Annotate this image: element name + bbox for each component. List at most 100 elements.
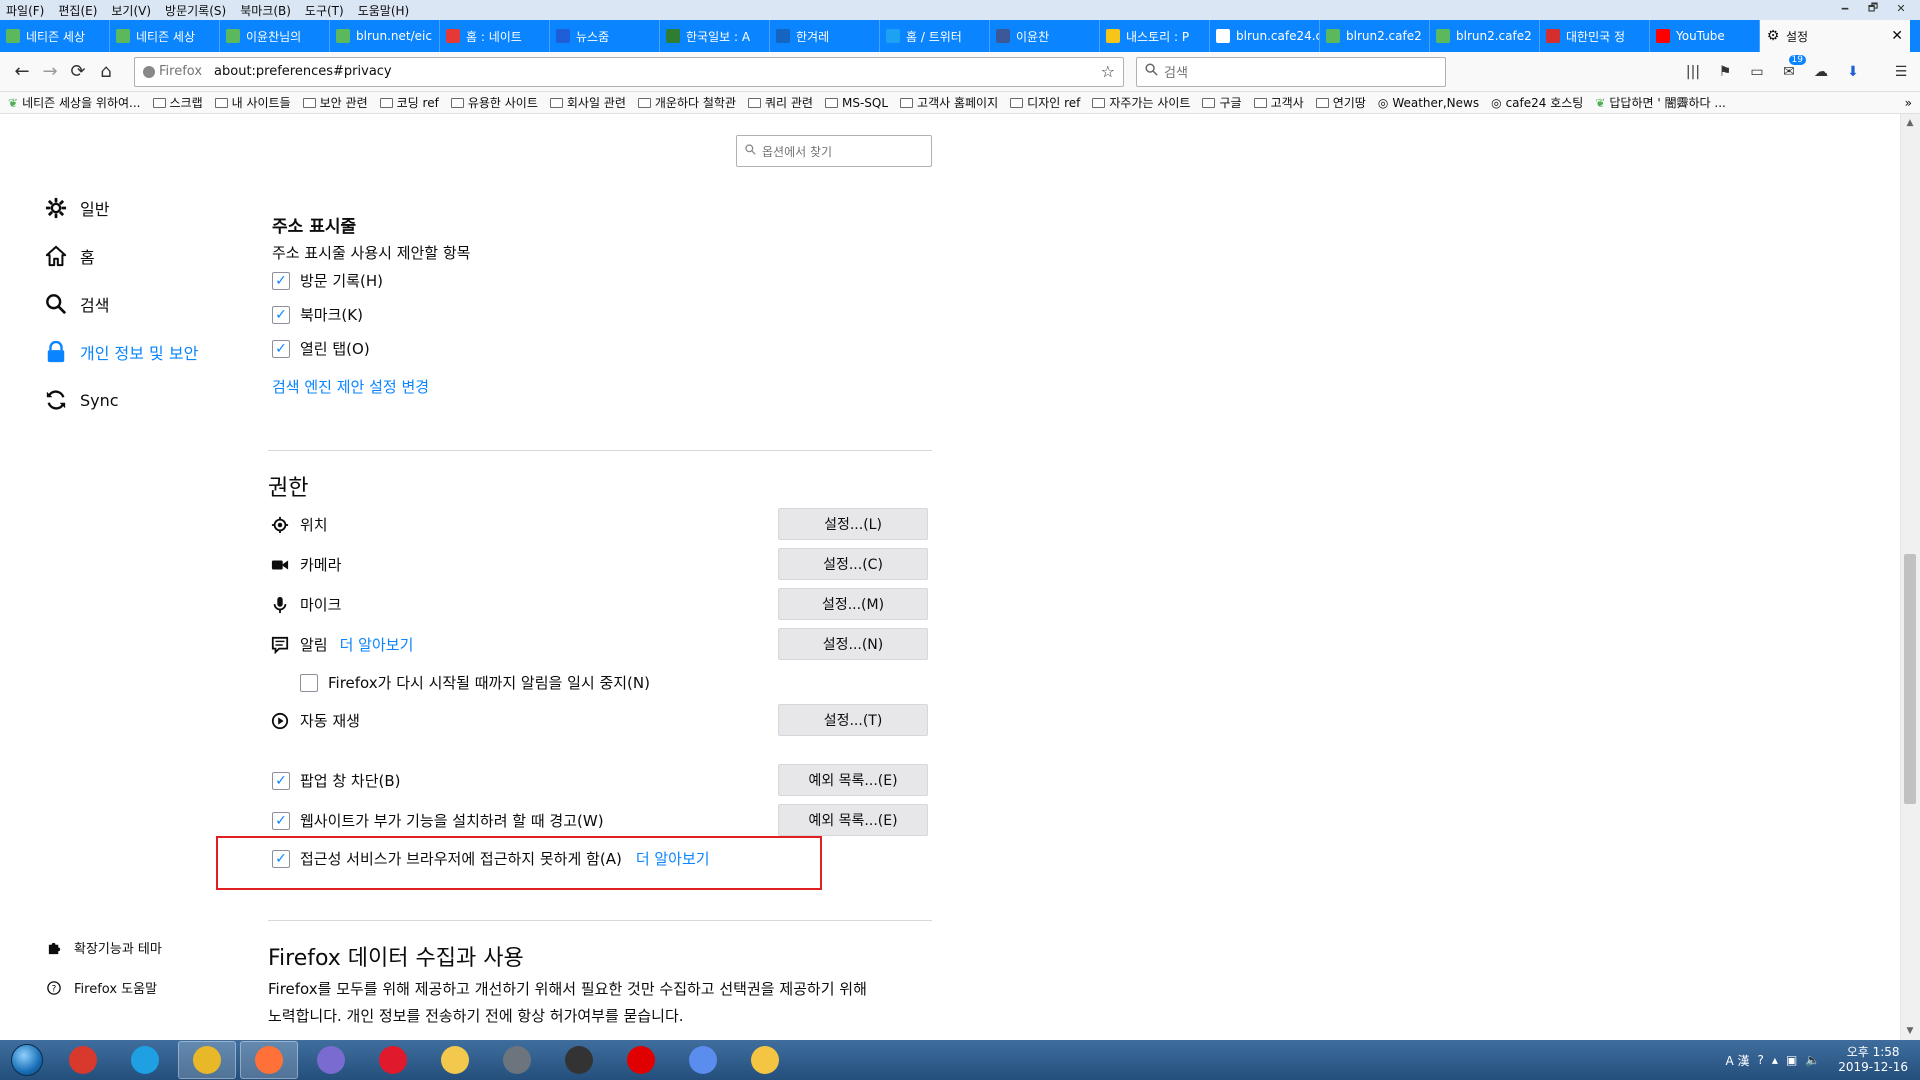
bookmark-star-icon[interactable]: ☆ xyxy=(1101,62,1115,81)
back-button[interactable]: ← xyxy=(8,58,36,86)
popup-exceptions-button[interactable]: 예외 목록...(E) xyxy=(778,764,928,796)
sidebar-icon[interactable]: ▭ xyxy=(1746,61,1768,83)
taskbar-app-app-ball[interactable] xyxy=(550,1041,608,1079)
autoplay-settings-button[interactable]: 설정...(T) xyxy=(778,704,928,736)
taskbar-app-app-s[interactable] xyxy=(302,1041,360,1079)
scroll-up-arrow-icon[interactable]: ▲ xyxy=(1901,114,1919,132)
taskbar-app-internet-explorer[interactable] xyxy=(116,1041,174,1079)
scroll-down-arrow-icon[interactable]: ▼ xyxy=(1901,1022,1919,1040)
location-settings-button[interactable]: 설정...(L) xyxy=(778,508,928,540)
bookmark-item[interactable]: 쿼리 관련 xyxy=(748,94,813,111)
menu-tools[interactable]: 도구(T) xyxy=(305,2,344,19)
bookmark-item[interactable]: 개운하다 철학관 xyxy=(637,94,736,111)
taskbar-app-app-record[interactable] xyxy=(612,1041,670,1079)
bookmark-item[interactable]: 디자인 ref xyxy=(1010,94,1080,111)
browser-tab[interactable]: blrun.cafe24.com xyxy=(1210,20,1320,52)
browser-tab[interactable]: 네티즌 세상 xyxy=(0,20,110,52)
active-tab-settings[interactable]: ⚙ 설정 ✕ xyxy=(1760,20,1910,52)
browser-tab[interactable]: 한겨레 xyxy=(770,20,880,52)
home-button[interactable]: ⌂ xyxy=(92,58,120,86)
change-search-suggestions-link[interactable]: 검색 엔진 제안 설정 변경 xyxy=(272,376,429,397)
suggest-open-tabs-option[interactable]: ✓ 열린 탭(O) xyxy=(272,338,370,359)
browser-tab[interactable]: 한국일보 : A xyxy=(660,20,770,52)
menu-bookmarks[interactable]: 북마크(B) xyxy=(240,2,291,19)
ime-indicator[interactable]: A 漢 xyxy=(1726,1052,1750,1069)
browser-tab[interactable]: YouTube xyxy=(1650,20,1760,52)
microphone-settings-button[interactable]: 설정...(M) xyxy=(778,588,928,620)
minimize-button[interactable]: 🗕 xyxy=(1832,0,1858,16)
bookmark-item[interactable]: 연기땅 xyxy=(1315,94,1366,111)
vertical-scrollbar[interactable]: ▲ ▼ xyxy=(1900,114,1920,1040)
forward-button[interactable]: → xyxy=(36,58,64,86)
camera-settings-button[interactable]: 설정...(C) xyxy=(778,548,928,580)
block-popups-checkbox[interactable]: ✓ xyxy=(272,771,290,790)
extension-icon[interactable]: ⚑ xyxy=(1714,61,1736,83)
menu-edit[interactable]: 편집(E) xyxy=(58,2,97,19)
bookmark-item[interactable]: 고객사 홈페이지 xyxy=(900,94,998,111)
tray-expand-icon[interactable]: ▴ xyxy=(1772,1053,1778,1067)
bookmarks-overflow-icon[interactable]: » xyxy=(1905,96,1912,110)
menu-file[interactable]: 파일(F) xyxy=(6,2,44,19)
bookmark-item[interactable]: 스크랩 xyxy=(152,94,203,111)
suggest-bookmarks-option[interactable]: ✓ 북마크(K) xyxy=(272,304,363,325)
browser-tab[interactable]: blrun.net/eic xyxy=(330,20,440,52)
identity-box[interactable]: Firefox xyxy=(143,64,202,79)
bookmark-item[interactable]: ◎ cafe24 호스팅 xyxy=(1491,94,1583,111)
menu-help[interactable]: 도움말(H) xyxy=(358,2,410,19)
reload-button[interactable]: ⟳ xyxy=(64,58,92,86)
download-icon[interactable]: ⬇ xyxy=(1842,61,1864,83)
browser-tab[interactable]: 대한민국 정 xyxy=(1540,20,1650,52)
category-privacy[interactable]: 개인 정보 및 보안 xyxy=(44,340,198,364)
category-sync[interactable]: Sync xyxy=(44,388,119,412)
scrollbar-thumb[interactable] xyxy=(1904,554,1916,804)
bookmark-item[interactable]: 구글 xyxy=(1202,94,1242,111)
taskbar-app-opera[interactable] xyxy=(364,1041,422,1079)
bookmark-item[interactable]: ◎ Weather,News xyxy=(1378,96,1479,110)
warn-addon-install-option[interactable]: ✓ 웹사이트가 부가 기능을 설치하려 할 때 경고(W) xyxy=(272,810,604,831)
suggest-history-option[interactable]: ✓ 방문 기록(H) xyxy=(272,270,383,291)
block-accessibility-checkbox[interactable]: ✓ xyxy=(272,849,290,868)
bookmarks-checkbox[interactable]: ✓ xyxy=(272,305,290,324)
bookmark-item[interactable]: 내 사이트들 xyxy=(214,94,291,111)
addon-exceptions-button[interactable]: 예외 목록...(E) xyxy=(778,804,928,836)
extensions-themes-link[interactable]: 확장기능과 테마 xyxy=(46,938,162,957)
taskbar-app-chrome[interactable] xyxy=(178,1041,236,1079)
bookmark-item[interactable]: 고객사 xyxy=(1253,94,1304,111)
bookmark-item[interactable]: 보안 관련 xyxy=(302,94,368,111)
help-tray-icon[interactable]: ? xyxy=(1758,1053,1764,1067)
menu-history[interactable]: 방문기록(S) xyxy=(165,2,226,19)
taskbar-app-firefox[interactable] xyxy=(240,1041,298,1079)
taskbar-app-app-tool[interactable] xyxy=(426,1041,484,1079)
browser-tab[interactable]: 이윤찬 xyxy=(990,20,1100,52)
taskbar-app-explorer[interactable] xyxy=(736,1041,794,1079)
category-search[interactable]: 검색 xyxy=(44,292,109,316)
browser-tab[interactable]: 홈 : 네이트 xyxy=(440,20,550,52)
volume-icon[interactable]: 🔈 xyxy=(1805,1053,1820,1067)
taskbar-app-app-tree[interactable] xyxy=(674,1041,732,1079)
network-icon[interactable]: ▣ xyxy=(1786,1053,1797,1067)
browser-tab[interactable]: 뉴스줌 xyxy=(550,20,660,52)
open-tabs-checkbox[interactable]: ✓ xyxy=(272,339,290,358)
browser-tab[interactable]: blrun2.cafe2 xyxy=(1320,20,1430,52)
firefox-help-link[interactable]: ? Firefox 도움말 xyxy=(46,978,157,997)
browser-tab[interactable]: 네티즌 세상 xyxy=(110,20,220,52)
browser-tab[interactable]: 내스토리 : P xyxy=(1100,20,1210,52)
maximize-button[interactable]: 🗗 xyxy=(1860,0,1886,16)
bookmark-item[interactable]: MS-SQL xyxy=(824,96,888,110)
library-icon[interactable]: ||| xyxy=(1682,61,1704,83)
bookmark-item[interactable]: 자주가는 사이트 xyxy=(1092,94,1190,111)
browser-tab[interactable]: 홈 / 트위터 xyxy=(880,20,990,52)
bookmark-item[interactable]: ❦ 답답하면 ' 闇霽하다 ... xyxy=(1595,94,1726,111)
accessibility-learn-more-link[interactable]: 더 알아보기 xyxy=(636,848,710,869)
bookmark-item[interactable]: 회사일 관련 xyxy=(549,94,626,111)
bookmark-item[interactable]: 유용한 사이트 xyxy=(450,94,538,111)
category-home[interactable]: 홈 xyxy=(44,244,95,268)
block-popups-option[interactable]: ✓ 팝업 창 차단(B) xyxy=(272,770,401,791)
url-text[interactable]: about:preferences#privacy xyxy=(214,64,392,79)
taskbar-app-vivaldi[interactable] xyxy=(54,1041,112,1079)
clock[interactable]: 오후 1:58 2019-12-16 xyxy=(1838,1045,1908,1075)
bookmark-item[interactable]: ❦ 네티즌 세상을 위하여... xyxy=(8,94,141,111)
warn-addon-checkbox[interactable]: ✓ xyxy=(272,811,290,830)
menu-icon[interactable]: ☰ xyxy=(1890,61,1912,83)
pause-notifications-option[interactable]: Firefox가 다시 시작될 때까지 알림을 일시 중지(N) xyxy=(300,672,650,693)
